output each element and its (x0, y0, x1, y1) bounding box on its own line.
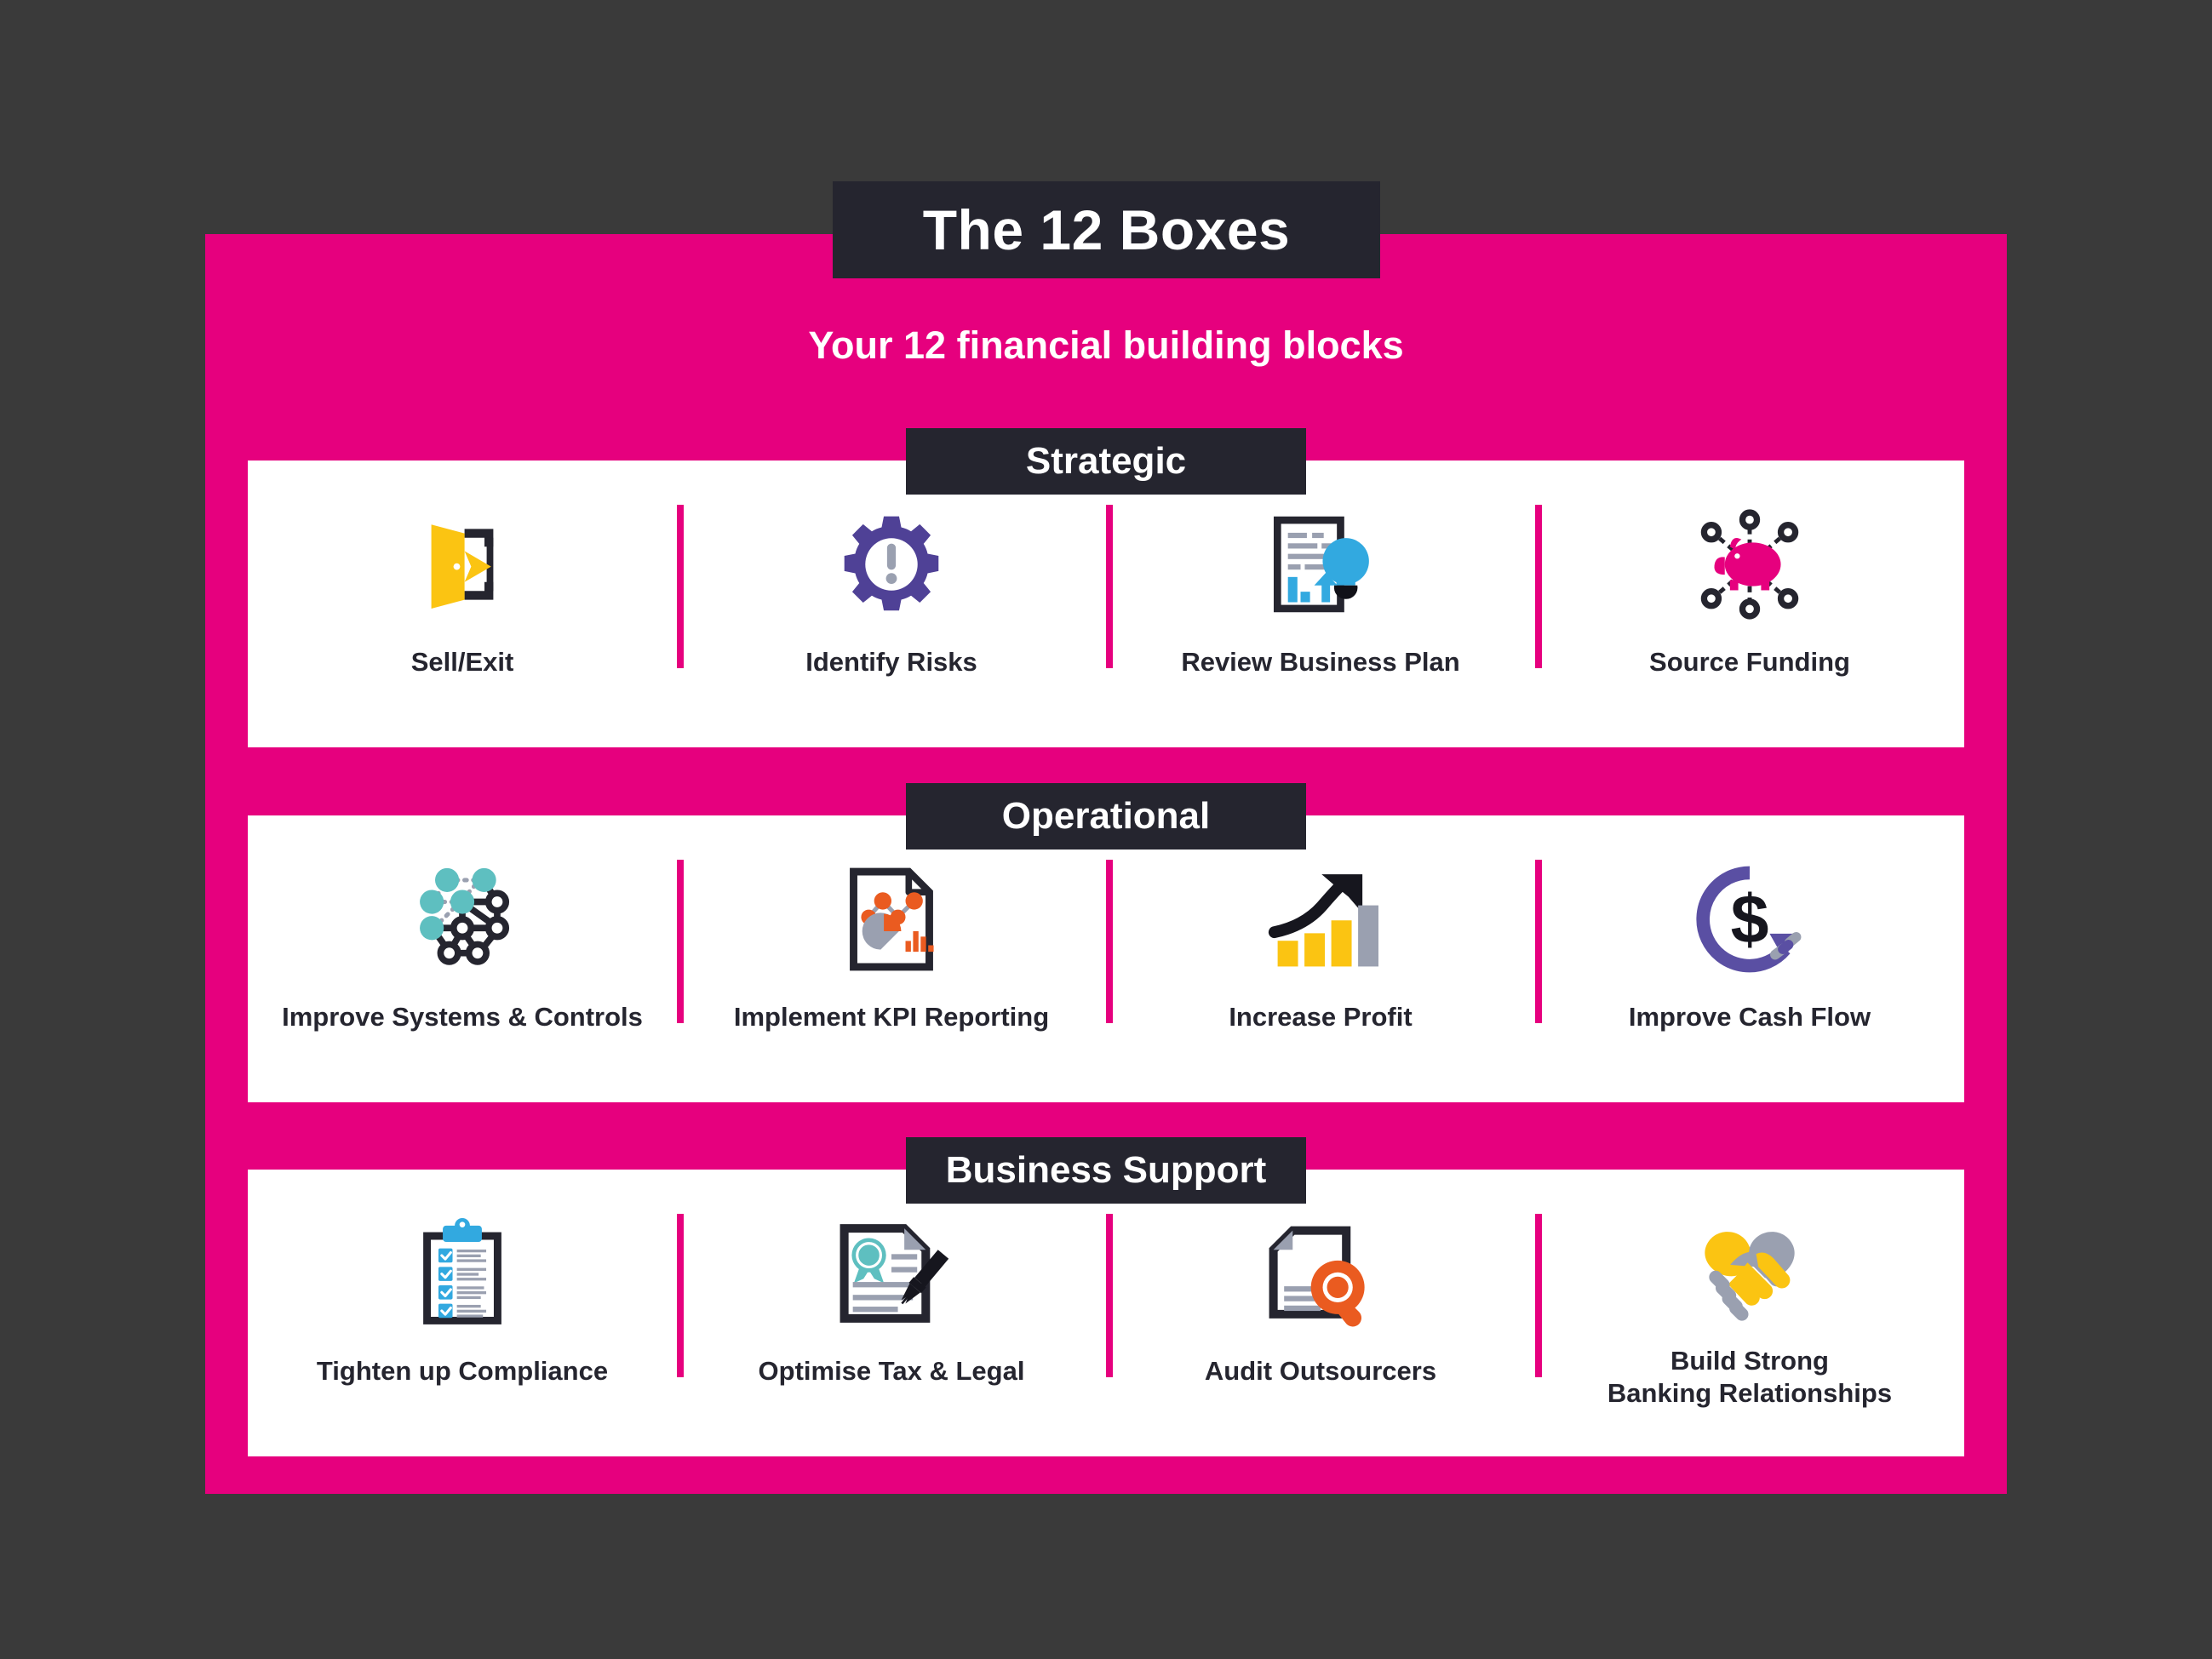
infographic-canvas: The 12 Boxes Your 12 financial building … (0, 0, 2212, 1659)
network-nodes-icon (394, 855, 530, 984)
item-label: Sell/Exit (410, 647, 514, 677)
open-door-exit-icon (394, 500, 530, 629)
section-badge-strategic: Strategic (906, 428, 1306, 495)
section-items-strategic: Sell/Exit Identify Risks Review Business… (248, 461, 1964, 747)
page-title: The 12 Boxes (922, 198, 1291, 261)
item-label: Audit Outsourcers (1204, 1356, 1437, 1386)
section-badge-business-support: Business Support (906, 1137, 1306, 1204)
item-improve-systems-controls[interactable]: Improve Systems & Controls (248, 815, 677, 1102)
item-label: Build Strong Banking Relationships (1607, 1346, 1893, 1408)
item-build-strong-banking-relationships[interactable]: Build Strong Banking Relationships (1535, 1170, 1964, 1456)
item-source-funding[interactable]: Source Funding (1535, 461, 1964, 747)
handshake-heart-icon (1682, 1209, 1818, 1338)
section-panel-business-support: Tighten up Compliance Optimise Tax & Leg… (248, 1170, 1964, 1456)
piggy-bank-network-icon (1682, 500, 1818, 629)
section-title: Operational (1001, 795, 1211, 837)
item-label: Implement KPI Reporting (733, 1002, 1050, 1032)
document-analytics-icon (823, 855, 960, 984)
item-identify-risks[interactable]: Identify Risks (677, 461, 1106, 747)
item-sell-exit[interactable]: Sell/Exit (248, 461, 677, 747)
section-title: Business Support (945, 1149, 1267, 1191)
document-chart-lightbulb-icon (1252, 500, 1389, 629)
page-subtitle: Your 12 financial building blocks (808, 323, 1404, 367)
item-label: Improve Systems & Controls (282, 1002, 643, 1032)
certificate-pen-icon (823, 1209, 960, 1338)
item-tighten-up-compliance[interactable]: Tighten up Compliance (248, 1170, 677, 1456)
clipboard-checklist-icon (394, 1209, 530, 1338)
item-label: Optimise Tax & Legal (758, 1356, 1025, 1386)
item-increase-profit[interactable]: Increase Profit (1106, 815, 1535, 1102)
section-title: Strategic (1025, 440, 1187, 482)
item-label: Identify Risks (805, 647, 977, 677)
svg-text:$: $ (1731, 881, 1769, 958)
title-badge: The 12 Boxes (833, 181, 1380, 278)
item-improve-cash-flow[interactable]: $ Improve Cash Flow (1535, 815, 1964, 1102)
item-label: Tighten up Compliance (316, 1356, 609, 1386)
item-optimise-tax-legal[interactable]: Optimise Tax & Legal (677, 1170, 1106, 1456)
document-magnifier-icon (1252, 1209, 1389, 1338)
item-label: Review Business Plan (1181, 647, 1460, 677)
section-items-business-support: Tighten up Compliance Optimise Tax & Leg… (248, 1170, 1964, 1456)
item-implement-kpi-reporting[interactable]: Implement KPI Reporting (677, 815, 1106, 1102)
item-label: Increase Profit (1229, 1002, 1413, 1032)
dollar-circular-arrow-icon: $ (1682, 855, 1818, 984)
item-label: Source Funding (1649, 647, 1850, 677)
section-panel-operational: Improve Systems & Controls Implement KPI… (248, 815, 1964, 1102)
item-label: Improve Cash Flow (1628, 1002, 1871, 1032)
item-review-business-plan[interactable]: Review Business Plan (1106, 461, 1535, 747)
item-audit-outsourcers[interactable]: Audit Outsourcers (1106, 1170, 1535, 1456)
section-panel-strategic: Sell/Exit Identify Risks Review Business… (248, 461, 1964, 747)
bar-chart-arrow-up-icon (1252, 855, 1389, 984)
section-badge-operational: Operational (906, 783, 1306, 850)
gear-exclamation-icon (823, 500, 960, 629)
section-items-operational: Improve Systems & Controls Implement KPI… (248, 815, 1964, 1102)
